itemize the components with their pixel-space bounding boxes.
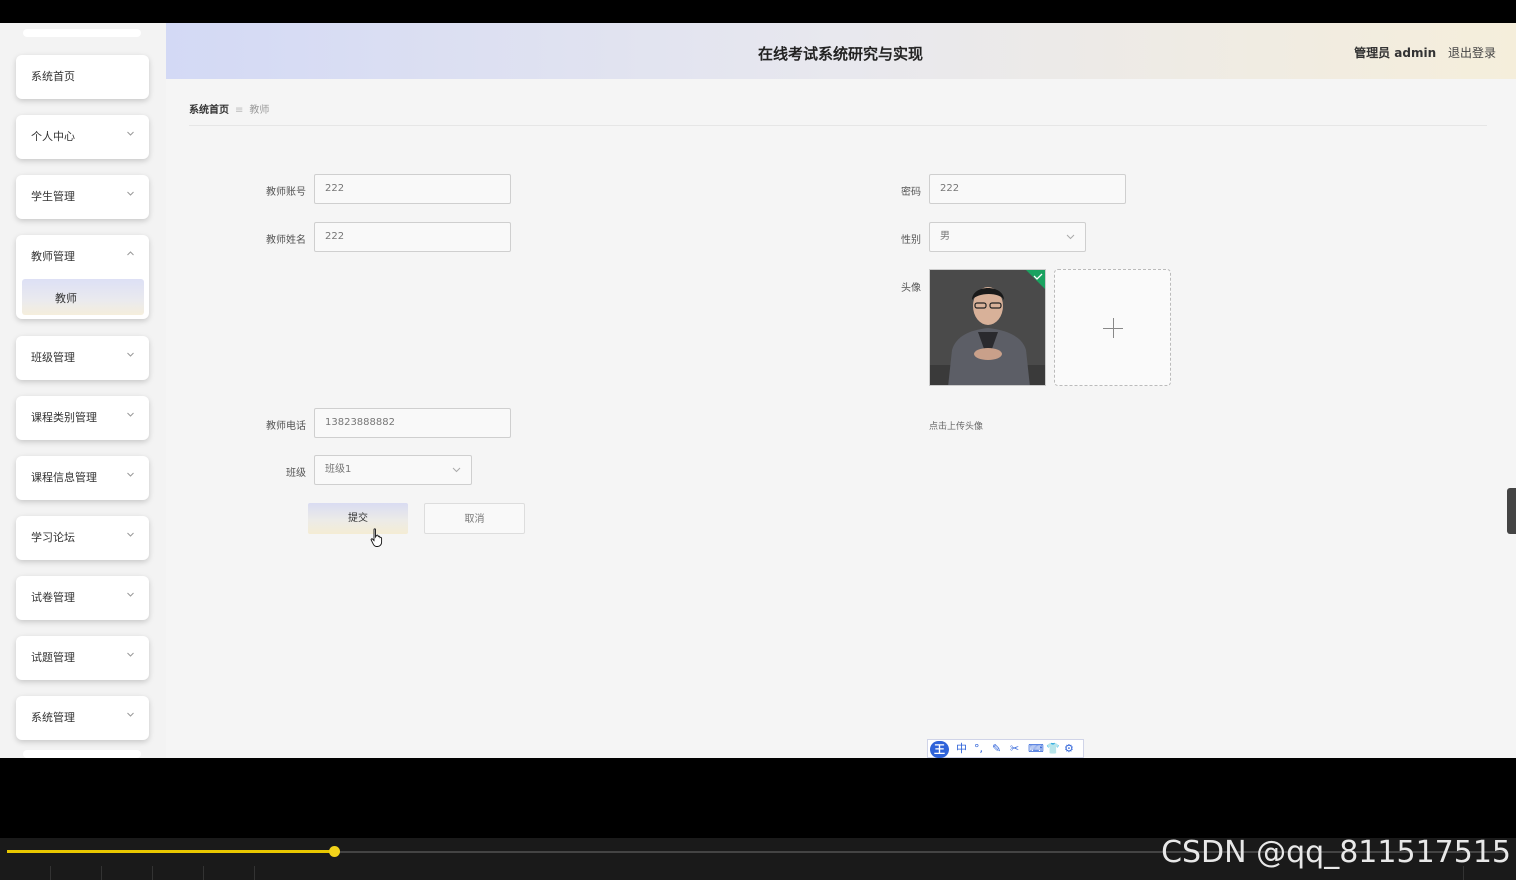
- hand-cursor-icon: [370, 528, 383, 547]
- sidebar-item-label: 试卷管理: [31, 591, 75, 604]
- sidebar-item-label: 试题管理: [31, 651, 75, 664]
- phone-input[interactable]: 13823888882: [314, 408, 511, 438]
- chevron-down-icon: [127, 352, 134, 357]
- chevron-down-icon: [127, 191, 134, 196]
- ime-punctuation-icon[interactable]: °,: [974, 742, 983, 756]
- watermark: CSDN @qq_811517515: [1161, 835, 1511, 870]
- sidebar-subitem-teacher[interactable]: 教师: [22, 279, 144, 315]
- progress-knob[interactable]: [329, 846, 340, 857]
- chevron-down-icon: [127, 652, 134, 657]
- player-control-divider: [101, 866, 102, 880]
- sidebar-item-question-bank[interactable]: 试题管理: [16, 636, 149, 680]
- app-title: 在线考试系统研究与实现: [758, 45, 924, 63]
- sidebar-item-course-info[interactable]: 课程信息管理: [16, 456, 149, 500]
- sidebar: 系统首页 个人中心 学生管理 教师管理 教师 班级管理 课程类别管理 课程信息管…: [0, 23, 166, 758]
- user-info: 管理员 admin 退出登录: [1354, 44, 1496, 61]
- sidebar-item-personal-center[interactable]: 个人中心: [16, 115, 149, 159]
- sidebar-item-course-category[interactable]: 课程类别管理: [16, 396, 149, 440]
- name-label: 教师姓名: [266, 235, 306, 246]
- chevron-down-icon: [127, 472, 134, 477]
- sidebar-item-label: 课程信息管理: [31, 471, 97, 484]
- sidebar-item-teacher-management[interactable]: 教师管理 教师: [16, 235, 149, 319]
- avatar-upload-hint: 点击上传头像: [929, 422, 984, 432]
- sidebar-item-label: 学生管理: [31, 190, 75, 203]
- class-label: 班级: [286, 468, 306, 479]
- sidebar-item-forum[interactable]: 学习论坛: [16, 516, 149, 560]
- app-screen: 系统首页 个人中心 学生管理 教师管理 教师 班级管理 课程类别管理 课程信息管…: [0, 23, 1516, 758]
- class-select-value: 班级1: [325, 464, 352, 475]
- sidebar-item-label: 课程类别管理: [31, 411, 97, 424]
- ime-scissors-icon[interactable]: ✂: [1010, 742, 1019, 756]
- sidebar-item-system-management[interactable]: 系统管理: [16, 696, 149, 740]
- current-user: 管理员 admin: [1354, 46, 1437, 60]
- ime-keyboard-icon[interactable]: ⌨: [1028, 742, 1044, 756]
- logout-link[interactable]: 退出登录: [1448, 46, 1496, 60]
- sidebar-item-label: 班级管理: [31, 351, 75, 364]
- password-label: 密码: [901, 187, 921, 198]
- gender-select[interactable]: 男: [929, 222, 1086, 252]
- chevron-down-icon: [127, 412, 134, 417]
- breadcrumb-divider: [189, 125, 1487, 126]
- sidebar-item-label: 学习论坛: [31, 531, 75, 544]
- top-header: 在线考试系统研究与实现 管理员 admin 退出登录: [166, 23, 1516, 79]
- password-input[interactable]: 222: [929, 174, 1126, 204]
- player-control-divider: [203, 866, 204, 880]
- player-control-divider: [50, 866, 51, 880]
- account-input[interactable]: 222: [314, 174, 511, 204]
- ime-logo-icon[interactable]: 王: [930, 741, 949, 758]
- breadcrumb-current: 教师: [249, 105, 270, 116]
- plus-icon-vertical: [1113, 318, 1114, 338]
- sidebar-bottom-edge: [23, 750, 141, 758]
- sidebar-item-exam-paper[interactable]: 试卷管理: [16, 576, 149, 620]
- sidebar-item-label: 系统管理: [31, 711, 75, 724]
- name-input[interactable]: 222: [314, 222, 511, 252]
- chevron-up-icon: [127, 251, 134, 256]
- cancel-button[interactable]: 取消: [424, 503, 525, 534]
- player-control-divider: [152, 866, 153, 880]
- breadcrumb: 系统首页 ≡ 教师: [189, 101, 269, 116]
- ime-skin-icon[interactable]: 👕: [1046, 742, 1060, 756]
- chevron-down-icon: [127, 592, 134, 597]
- phone-label: 教师电话: [266, 421, 306, 432]
- chevron-down-icon: [127, 131, 134, 136]
- sidebar-subitem-label: 教师: [55, 292, 77, 305]
- sidebar-item-label: 教师管理: [31, 250, 75, 263]
- progress-played: [7, 850, 334, 853]
- class-select[interactable]: 班级1: [314, 455, 472, 485]
- sidebar-item-label: 系统首页: [31, 70, 75, 83]
- chevron-down-icon: [1066, 234, 1075, 240]
- gender-select-value: 男: [940, 231, 950, 242]
- avatar-portrait-icon: [930, 270, 1045, 385]
- sidebar-item-student-management[interactable]: 学生管理: [16, 175, 149, 219]
- sidebar-top-edge: [23, 29, 141, 37]
- submit-button[interactable]: 提交: [308, 503, 408, 534]
- breadcrumb-separator: ≡: [235, 105, 244, 116]
- sidebar-item-class-management[interactable]: 班级管理: [16, 336, 149, 380]
- avatar-image[interactable]: [929, 269, 1046, 386]
- chevron-down-icon: [127, 532, 134, 537]
- side-scroll-handle[interactable]: [1507, 488, 1516, 534]
- ime-toolbar: 王 中 °, ✎ ✂ ⌨ 👕 ⚙: [927, 739, 1084, 758]
- account-label: 教师账号: [266, 187, 306, 198]
- breadcrumb-home[interactable]: 系统首页: [189, 105, 229, 116]
- avatar-label: 头像: [901, 283, 921, 294]
- sidebar-item-label: 个人中心: [31, 130, 75, 143]
- sidebar-item-home[interactable]: 系统首页: [16, 55, 149, 99]
- gender-label: 性别: [901, 235, 921, 246]
- ime-handwrite-icon[interactable]: ✎: [992, 742, 1001, 756]
- avatar-upload-button[interactable]: [1054, 269, 1171, 386]
- player-control-divider: [254, 866, 255, 880]
- ime-settings-icon[interactable]: ⚙: [1064, 742, 1074, 756]
- chevron-down-icon: [127, 712, 134, 717]
- chevron-down-icon: [452, 467, 461, 473]
- ime-mode-toggle[interactable]: 中: [956, 742, 967, 756]
